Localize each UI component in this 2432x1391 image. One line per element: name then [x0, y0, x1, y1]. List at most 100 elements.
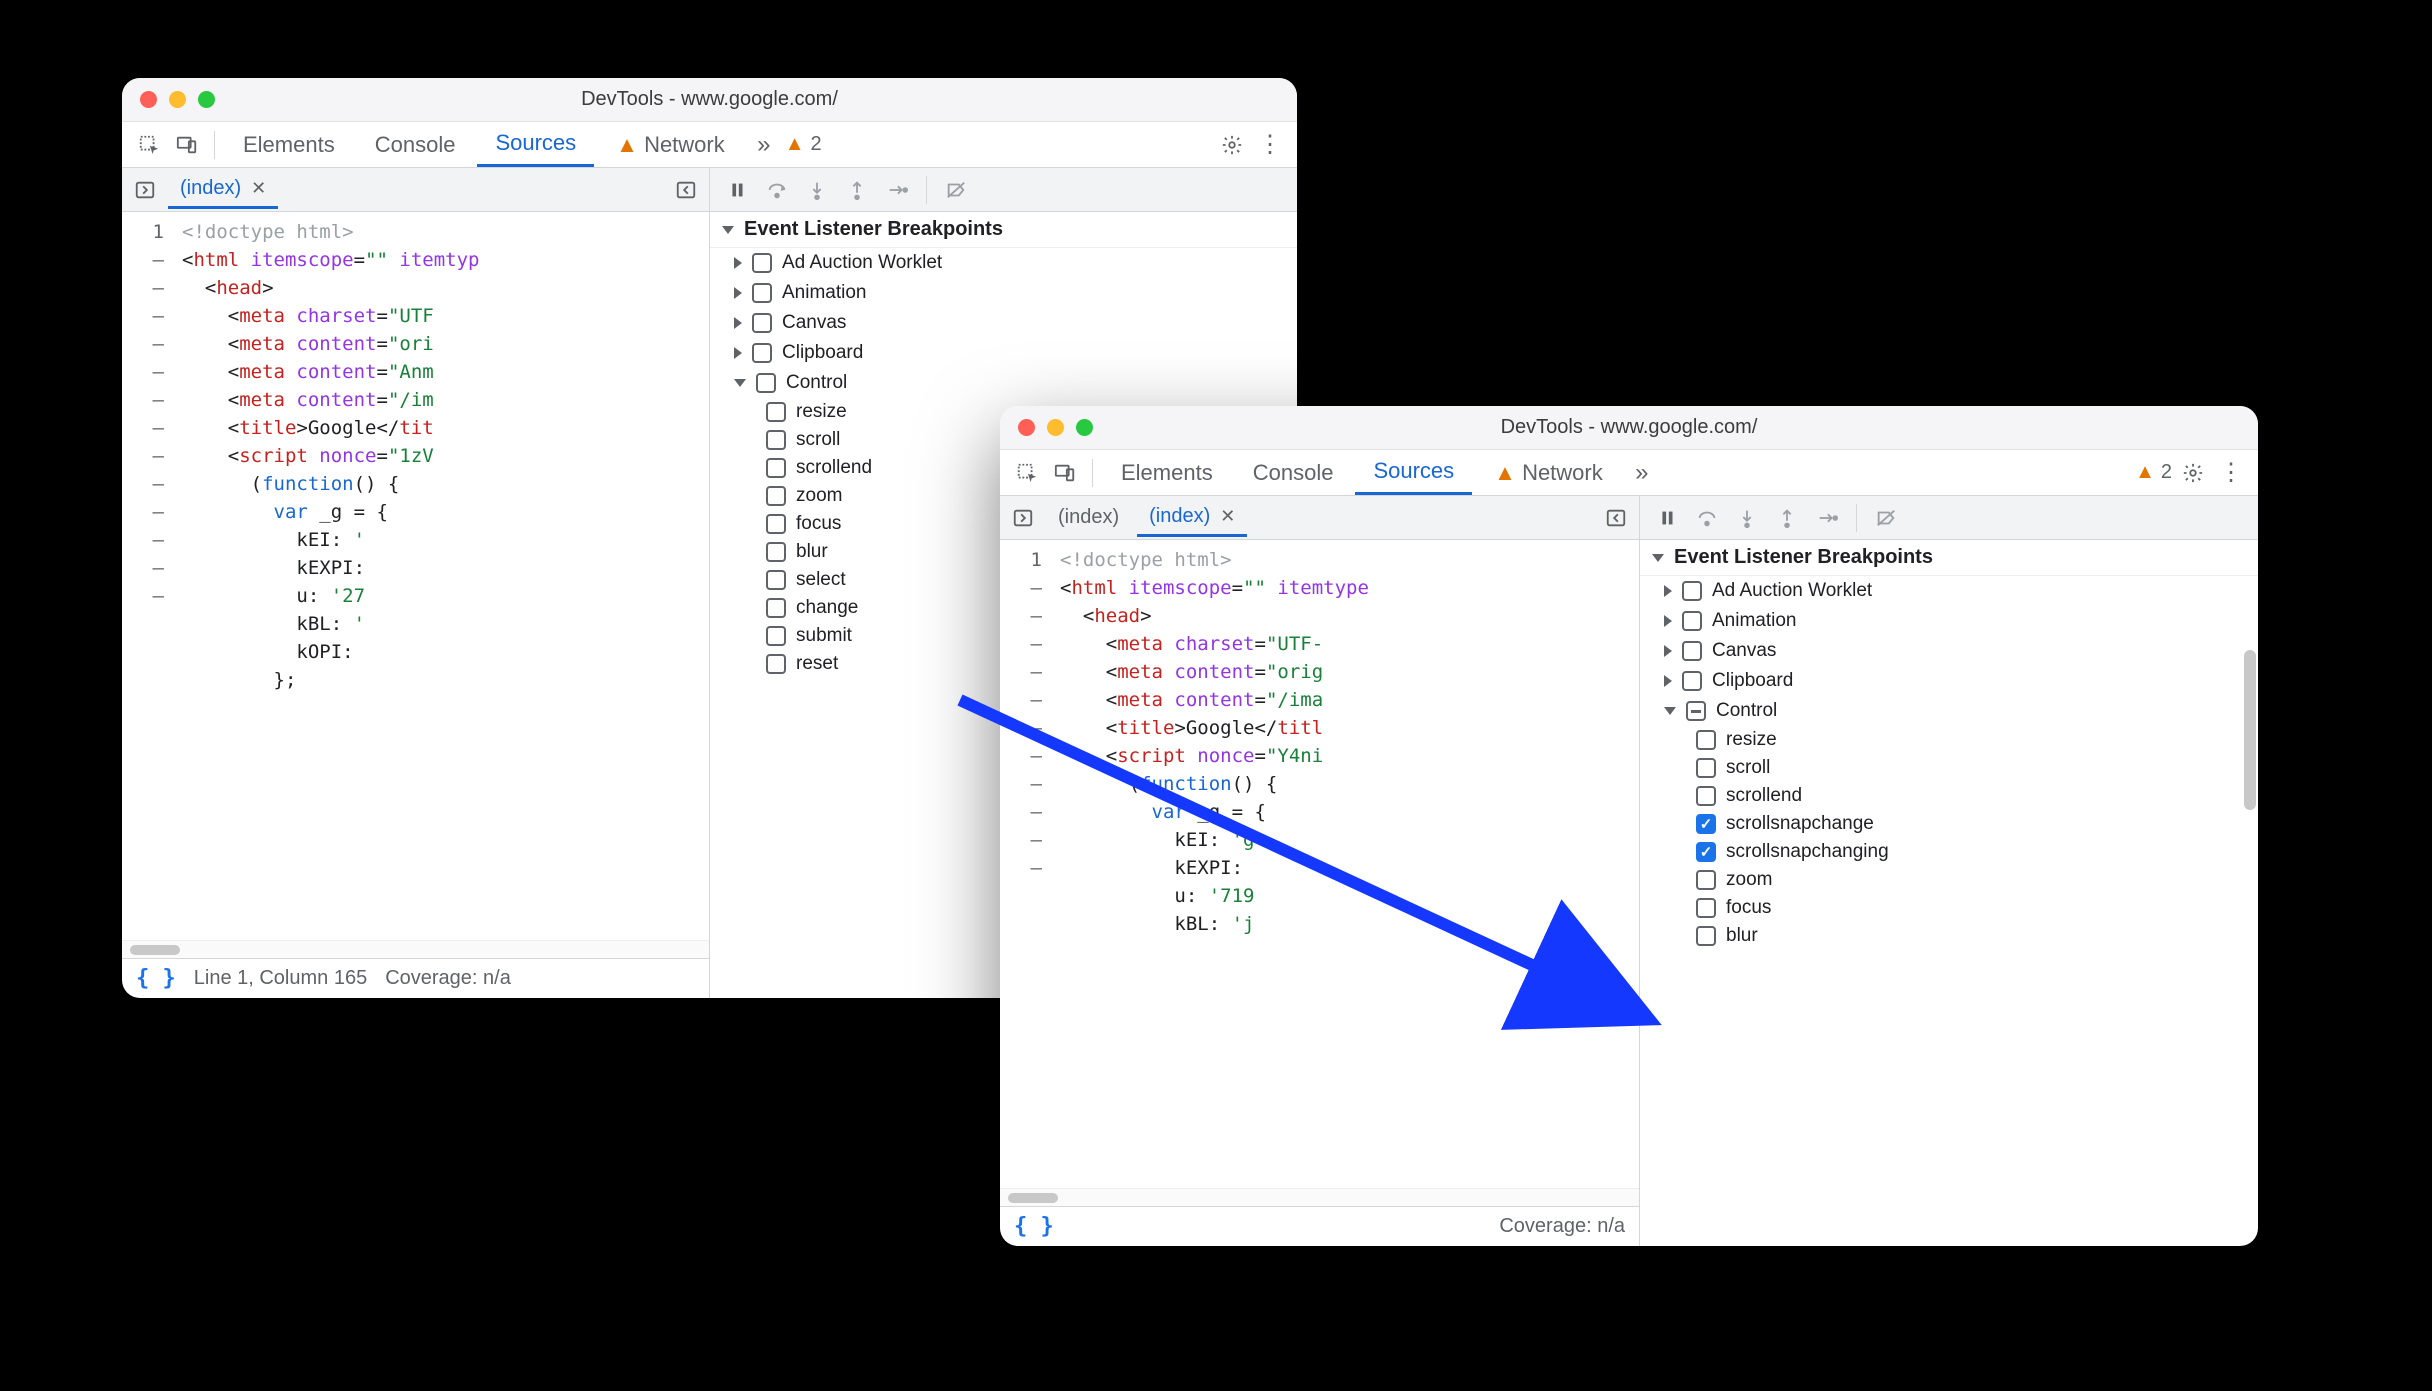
tab-sources[interactable]: Sources [477, 123, 594, 167]
event-scrollsnapchanging[interactable]: scrollsnapchanging [1640, 838, 2258, 866]
debugger-toggle-icon[interactable] [1599, 501, 1633, 535]
checkbox[interactable] [1682, 671, 1702, 691]
checkbox[interactable] [766, 458, 786, 478]
horizontal-scrollbar[interactable] [1000, 1188, 1639, 1206]
checkbox[interactable] [766, 570, 786, 590]
close-icon[interactable]: ✕ [251, 178, 266, 199]
tab-network[interactable]: ▲ Network [598, 123, 743, 167]
step-into-icon[interactable] [1730, 501, 1764, 535]
settings-icon[interactable] [1215, 128, 1249, 162]
more-tabs-icon[interactable]: » [1625, 456, 1659, 490]
checkbox[interactable] [752, 343, 772, 363]
debugger-toggle-icon[interactable] [669, 173, 703, 207]
deactivate-breakpoints-icon[interactable] [1869, 501, 1903, 535]
checkbox[interactable] [1696, 842, 1716, 862]
step-over-icon[interactable] [760, 173, 794, 207]
pause-icon[interactable] [720, 173, 754, 207]
close-icon[interactable] [140, 91, 157, 108]
tab-console[interactable]: Console [1235, 451, 1352, 495]
checkbox[interactable] [1696, 758, 1716, 778]
checkbox[interactable] [766, 598, 786, 618]
maximize-icon[interactable] [198, 91, 215, 108]
navigator-toggle-icon[interactable] [1006, 501, 1040, 535]
event-scrollend[interactable]: scrollend [1640, 782, 2258, 810]
checkbox[interactable] [756, 373, 776, 393]
checkbox[interactable] [766, 486, 786, 506]
horizontal-scrollbar[interactable] [122, 940, 709, 958]
maximize-icon[interactable] [1076, 419, 1093, 436]
titlebar[interactable]: DevTools - www.google.com/ [1000, 406, 2258, 450]
step-into-icon[interactable] [800, 173, 834, 207]
code-editor[interactable]: 1––––––––––– <!doctype html><html itemsc… [1000, 540, 1639, 1188]
step-out-icon[interactable] [1770, 501, 1804, 535]
event-zoom[interactable]: zoom [1640, 866, 2258, 894]
checkbox[interactable] [1682, 581, 1702, 601]
checkbox[interactable] [752, 253, 772, 273]
category-ad auction worklet[interactable]: Ad Auction Worklet [710, 248, 1297, 278]
category-canvas[interactable]: Canvas [710, 308, 1297, 338]
vertical-scrollbar[interactable] [2244, 650, 2256, 810]
checkbox[interactable] [1696, 926, 1716, 946]
checkbox[interactable] [1682, 641, 1702, 661]
event-blur[interactable]: blur [1640, 922, 2258, 950]
checkbox[interactable] [1696, 730, 1716, 750]
device-icon[interactable] [170, 128, 204, 162]
pause-icon[interactable] [1650, 501, 1684, 535]
deactivate-breakpoints-icon[interactable] [939, 173, 973, 207]
device-icon[interactable] [1048, 456, 1082, 490]
category-canvas[interactable]: Canvas [1640, 636, 2258, 666]
category-control[interactable]: Control [1640, 696, 2258, 726]
pretty-print-icon[interactable]: { } [136, 966, 176, 991]
minimize-icon[interactable] [1047, 419, 1064, 436]
checkbox[interactable] [766, 626, 786, 646]
checkbox[interactable] [752, 283, 772, 303]
category-clipboard[interactable]: Clipboard [1640, 666, 2258, 696]
checkbox[interactable] [1696, 786, 1716, 806]
warnings-badge[interactable]: ▲2 [785, 133, 822, 156]
tab-sources[interactable]: Sources [1355, 451, 1472, 495]
step-over-icon[interactable] [1690, 501, 1724, 535]
kebab-icon[interactable]: ⋮ [1253, 128, 1287, 162]
file-tab-index-1[interactable]: (index) [1046, 499, 1131, 537]
checkbox[interactable] [766, 542, 786, 562]
settings-icon[interactable] [2176, 456, 2210, 490]
category-control[interactable]: Control [710, 368, 1297, 398]
inspect-icon[interactable] [1010, 456, 1044, 490]
checkbox[interactable] [766, 654, 786, 674]
tab-elements[interactable]: Elements [1103, 451, 1231, 495]
file-tab-index-2[interactable]: (index) ✕ [1137, 499, 1247, 537]
navigator-toggle-icon[interactable] [128, 173, 162, 207]
checkbox[interactable] [766, 402, 786, 422]
event-focus[interactable]: focus [1640, 894, 2258, 922]
more-tabs-icon[interactable]: » [747, 128, 781, 162]
checkbox[interactable] [1696, 814, 1716, 834]
titlebar[interactable]: DevTools - www.google.com/ [122, 78, 1297, 122]
checkbox[interactable] [766, 430, 786, 450]
category-ad auction worklet[interactable]: Ad Auction Worklet [1640, 576, 2258, 606]
event-listener-breakpoints-header[interactable]: Event Listener Breakpoints [1640, 540, 2258, 576]
minimize-icon[interactable] [169, 91, 186, 108]
event-scrollsnapchange[interactable]: scrollsnapchange [1640, 810, 2258, 838]
file-tab-index[interactable]: (index) ✕ [168, 171, 278, 209]
close-icon[interactable] [1018, 419, 1035, 436]
checkbox[interactable] [752, 313, 772, 333]
step-icon[interactable] [880, 173, 914, 207]
checkbox[interactable] [1682, 611, 1702, 631]
step-icon[interactable] [1810, 501, 1844, 535]
checkbox[interactable] [1696, 898, 1716, 918]
checkbox[interactable] [766, 514, 786, 534]
tab-console[interactable]: Console [357, 123, 474, 167]
category-animation[interactable]: Animation [710, 278, 1297, 308]
pretty-print-icon[interactable]: { } [1014, 1214, 1054, 1239]
checkbox[interactable] [1686, 701, 1706, 721]
warnings-badge[interactable]: ▲2 [2135, 461, 2172, 484]
category-animation[interactable]: Animation [1640, 606, 2258, 636]
inspect-icon[interactable] [132, 128, 166, 162]
breakpoints-panel[interactable]: Event Listener BreakpointsAd Auction Wor… [1640, 540, 2258, 1246]
step-out-icon[interactable] [840, 173, 874, 207]
tab-network[interactable]: ▲ Network [1476, 451, 1621, 495]
kebab-icon[interactable]: ⋮ [2214, 456, 2248, 490]
category-clipboard[interactable]: Clipboard [710, 338, 1297, 368]
code-editor[interactable]: 1––––––––––––– <!doctype html><html item… [122, 212, 709, 940]
checkbox[interactable] [1696, 870, 1716, 890]
